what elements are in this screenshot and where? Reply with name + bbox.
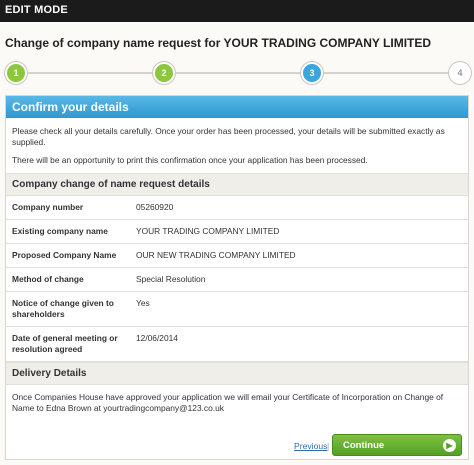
step-3: 3 [301,62,323,84]
detail-value: Special Resolution [136,274,206,284]
previous-link[interactable]: Previous [294,441,327,451]
detail-row-notice: Notice of change given to shareholders Y… [6,292,468,327]
confirm-details-panel: Confirm your details Please check all yo… [5,95,469,460]
arrow-right-circle-icon: ▶ [443,439,456,452]
detail-value: 12/06/2014 [136,333,178,343]
delivery-text: Once Companies House have approved your … [12,392,444,413]
details-section-title: Company change of name request details [6,173,468,196]
detail-label: Date of general meeting or resolution ag… [12,333,118,354]
step-4: 4 [449,62,471,84]
detail-value: 05260920 [136,202,174,212]
detail-value: OUR NEW TRADING COMPANY LIMITED [136,250,296,260]
detail-label: Existing company name [12,226,108,236]
intro-text: Please check all your details carefully.… [6,118,468,166]
confirm-details-title: Confirm your details [6,96,468,118]
continue-button[interactable]: Continue ▶ [332,434,462,456]
edit-mode-bar: EDIT MODE [0,0,474,22]
detail-value: YOUR TRADING COMPANY LIMITED [136,226,280,236]
progress-steps: 1 2 3 4 [0,60,474,86]
detail-label: Notice of change given to shareholders [12,298,114,319]
detail-label: Method of change [12,274,84,284]
detail-row-proposed-name: Proposed Company Name OUR NEW TRADING CO… [6,244,468,268]
detail-row-method: Method of change Special Resolution [6,268,468,292]
intro-paragraph-1: Please check all your details carefully.… [12,126,445,147]
detail-label: Company number [12,202,84,212]
form-footer: Previous | Continue ▶ [6,431,468,459]
page-title: Change of company name request for YOUR … [5,36,432,50]
continue-label: Continue [343,440,385,451]
detail-row-meeting-date: Date of general meeting or resolution ag… [6,327,468,362]
progress-line [14,72,460,74]
step-1[interactable]: 1 [5,62,27,84]
link-separator: | [327,441,330,451]
detail-value: Yes [136,298,150,308]
detail-row-existing-name: Existing company name YOUR TRADING COMPA… [6,220,468,244]
edit-mode-label: EDIT MODE [5,4,68,16]
intro-paragraph-2: There will be an opportunity to print th… [12,155,368,165]
detail-row-company-number: Company number 05260920 [6,196,468,220]
step-2[interactable]: 2 [153,62,175,84]
delivery-section-title: Delivery Details [6,362,468,385]
detail-label: Proposed Company Name [12,250,117,260]
